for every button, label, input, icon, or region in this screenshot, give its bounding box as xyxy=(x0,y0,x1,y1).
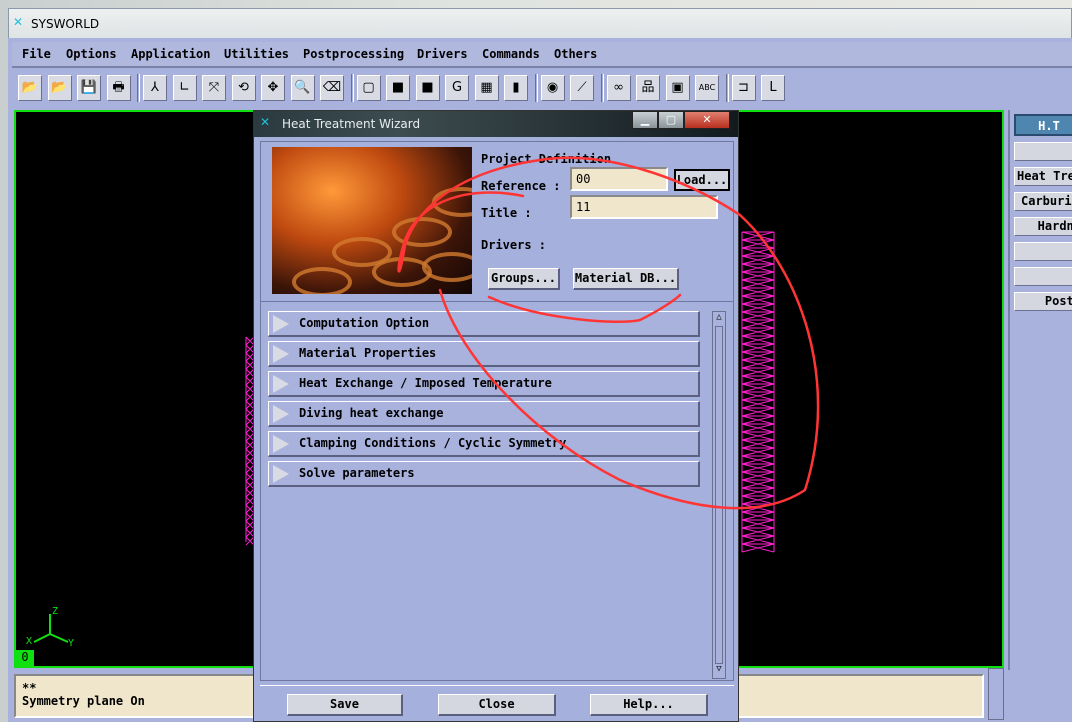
contour-icon[interactable]: ◉ xyxy=(540,75,565,101)
reference-label: Reference : xyxy=(481,179,561,193)
expand-triangle-icon xyxy=(273,375,289,393)
section-label: Heat Exchange / Imposed Temperature xyxy=(299,376,552,390)
expand-triangle-icon xyxy=(273,315,289,333)
right-panel-button-heat-treatment[interactable]: Heat Trea xyxy=(1014,167,1072,186)
zoom-icon[interactable]: 🔍 xyxy=(290,75,315,101)
section-label: Solve parameters xyxy=(299,466,415,480)
view-number: 0 xyxy=(16,650,34,666)
axis-triad-icon xyxy=(33,614,69,643)
section-label: Material Properties xyxy=(299,346,437,360)
layout-icon[interactable]: ▣ xyxy=(665,75,690,101)
console-scrollbar[interactable] xyxy=(988,668,1004,720)
load-arrow-icon[interactable]: ⊐ xyxy=(731,75,756,101)
tree-icon[interactable]: 品 xyxy=(636,75,660,101)
menu-others[interactable]: Others xyxy=(554,47,597,61)
title-input[interactable]: 11 xyxy=(570,195,718,219)
expand-triangle-icon xyxy=(273,435,289,453)
minimize-button[interactable]: ▁ xyxy=(632,111,658,129)
menu-options[interactable]: Options xyxy=(66,47,117,61)
menu-file[interactable]: File xyxy=(22,47,51,61)
app-titlebar: ✕ SYSWORLD xyxy=(8,8,1072,40)
right-panel-button-postprocessing[interactable]: Postp xyxy=(1014,292,1072,311)
section-label: Clamping Conditions / Cyclic Symmetry xyxy=(299,436,567,450)
expand-triangle-icon xyxy=(273,345,289,363)
section-computation-option[interactable]: Computation Option xyxy=(268,311,700,337)
planes-icon[interactable]: ▮ xyxy=(504,75,528,101)
pan-icon[interactable]: ✥ xyxy=(261,75,285,101)
print-icon[interactable]: 🖶 xyxy=(106,75,131,101)
toolbar-separator xyxy=(350,74,354,102)
menu-drivers[interactable]: Drivers xyxy=(417,47,468,61)
axes-xyz-icon[interactable]: ⅄ xyxy=(143,75,167,101)
right-panel-button[interactable]: I xyxy=(1014,242,1072,261)
section-diving-heat-exchange[interactable]: Diving heat exchange xyxy=(268,401,700,427)
save-button[interactable]: Save xyxy=(287,694,403,716)
menu-commands[interactable]: Commands xyxy=(482,47,540,61)
project-definition-heading: Project Definition xyxy=(481,152,612,166)
save-icon[interactable]: 💾 xyxy=(77,75,101,101)
close-window-button[interactable]: ✕ xyxy=(684,111,730,129)
menu-utilities[interactable]: Utilities xyxy=(224,47,289,61)
title-label: Title : xyxy=(481,206,532,220)
axis-y-label: Y xyxy=(68,638,75,649)
help-button[interactable]: Help... xyxy=(590,694,708,716)
eraser-icon[interactable]: ⌫ xyxy=(320,75,344,101)
groups-button[interactable]: Groups... xyxy=(488,268,560,290)
toolbar-separator xyxy=(137,74,140,102)
toolbar-separator xyxy=(534,74,538,102)
menu-postprocessing[interactable]: Postprocessing xyxy=(303,47,404,61)
reference-input[interactable]: 00 xyxy=(570,167,668,191)
toolbar-separator xyxy=(725,74,729,102)
mesh-icon[interactable]: ▦ xyxy=(474,75,499,101)
section-solve-parameters[interactable]: Solve parameters xyxy=(268,461,700,487)
menu-application[interactable]: Application xyxy=(131,47,210,61)
material-db-button[interactable]: Material DB... xyxy=(573,268,679,290)
close-button[interactable]: Close xyxy=(438,694,556,716)
maximize-button[interactable]: ▢ xyxy=(658,111,684,129)
dialog-title: Heat Treatment Wizard xyxy=(282,117,421,131)
app-logo-icon: ✕ xyxy=(13,15,24,29)
right-panel-button[interactable]: T xyxy=(1014,142,1072,161)
section-label: Diving heat exchange xyxy=(299,406,444,420)
load-button[interactable]: Load... xyxy=(674,169,730,191)
section-clamping-conditions-cyclic-symmetry[interactable]: Clamping Conditions / Cyclic Symmetry xyxy=(268,431,700,457)
glasses-icon[interactable]: ∞ xyxy=(606,75,631,101)
dialog-titlebar[interactable]: ✕ Heat Treatment Wizard ▁ ▢ ✕ xyxy=(254,111,738,137)
sections-scrollbar[interactable]: △ ▽ xyxy=(712,311,726,679)
open-recent-icon[interactable]: 📂 xyxy=(47,75,72,101)
open-icon[interactable]: 📂 xyxy=(18,75,42,101)
graph-icon[interactable]: ⟋ xyxy=(570,75,594,101)
shaded-cube-icon[interactable]: ■ xyxy=(386,75,410,101)
scroll-down-icon[interactable]: ▽ xyxy=(713,664,725,676)
axes-xy-icon[interactable]: ∟ xyxy=(172,75,197,101)
drivers-label: Drivers : xyxy=(481,238,547,252)
abc-label-icon[interactable]: ABC xyxy=(695,75,719,101)
wireframe-cube-icon[interactable]: ▢ xyxy=(356,75,381,101)
heat-treatment-wizard-dialog: ✕ Heat Treatment Wizard ▁ ▢ ✕ Project De… xyxy=(253,110,739,722)
solid-cube-icon[interactable]: ■ xyxy=(415,75,440,101)
app-title: SYSWORLD xyxy=(31,17,100,31)
scroll-up-icon[interactable]: △ xyxy=(713,312,725,324)
rotate-icon[interactable]: ⟲ xyxy=(231,75,256,101)
axis-z-label: Z xyxy=(52,606,59,617)
expand-triangle-icon xyxy=(273,405,289,423)
ht-header-button[interactable]: H.T xyxy=(1014,114,1072,136)
right-panel-button-carburizing[interactable]: Carburiz xyxy=(1014,192,1072,211)
menu-bar: File Options Application Utilities Postp… xyxy=(12,42,1072,68)
section-label: Computation Option xyxy=(299,316,430,330)
fit-view-icon[interactable]: ⤧ xyxy=(202,75,226,101)
section-material-properties[interactable]: Material Properties xyxy=(268,341,700,367)
group-cube-icon[interactable]: G xyxy=(445,75,469,101)
toolbar-separator xyxy=(600,74,604,102)
expand-triangle-icon xyxy=(273,465,289,483)
furnace-image xyxy=(272,147,472,294)
right-panel-button[interactable]: S xyxy=(1014,267,1072,286)
axis-x-label: X xyxy=(26,636,33,647)
right-panel-button-hardness[interactable]: Hardne xyxy=(1014,217,1072,236)
right-panel: H.T T Heat Trea Carburiz Hardne I S Post… xyxy=(1008,110,1072,670)
toolbar: 📂 📂 💾 🖶 ⅄ ∟ ⤧ ⟲ ✥ 🔍 ⌫ ▢ ■ ■ G ▦ ▮ ◉ ⟋ ∞ 品 ▣ ABC ⊐ L xyxy=(12,72,1072,104)
l-shape-contour-icon[interactable]: L xyxy=(761,75,785,101)
section-heat-exchange-imposed-temperature[interactable]: Heat Exchange / Imposed Temperature xyxy=(268,371,700,397)
app-logo-icon: ✕ xyxy=(260,115,271,129)
